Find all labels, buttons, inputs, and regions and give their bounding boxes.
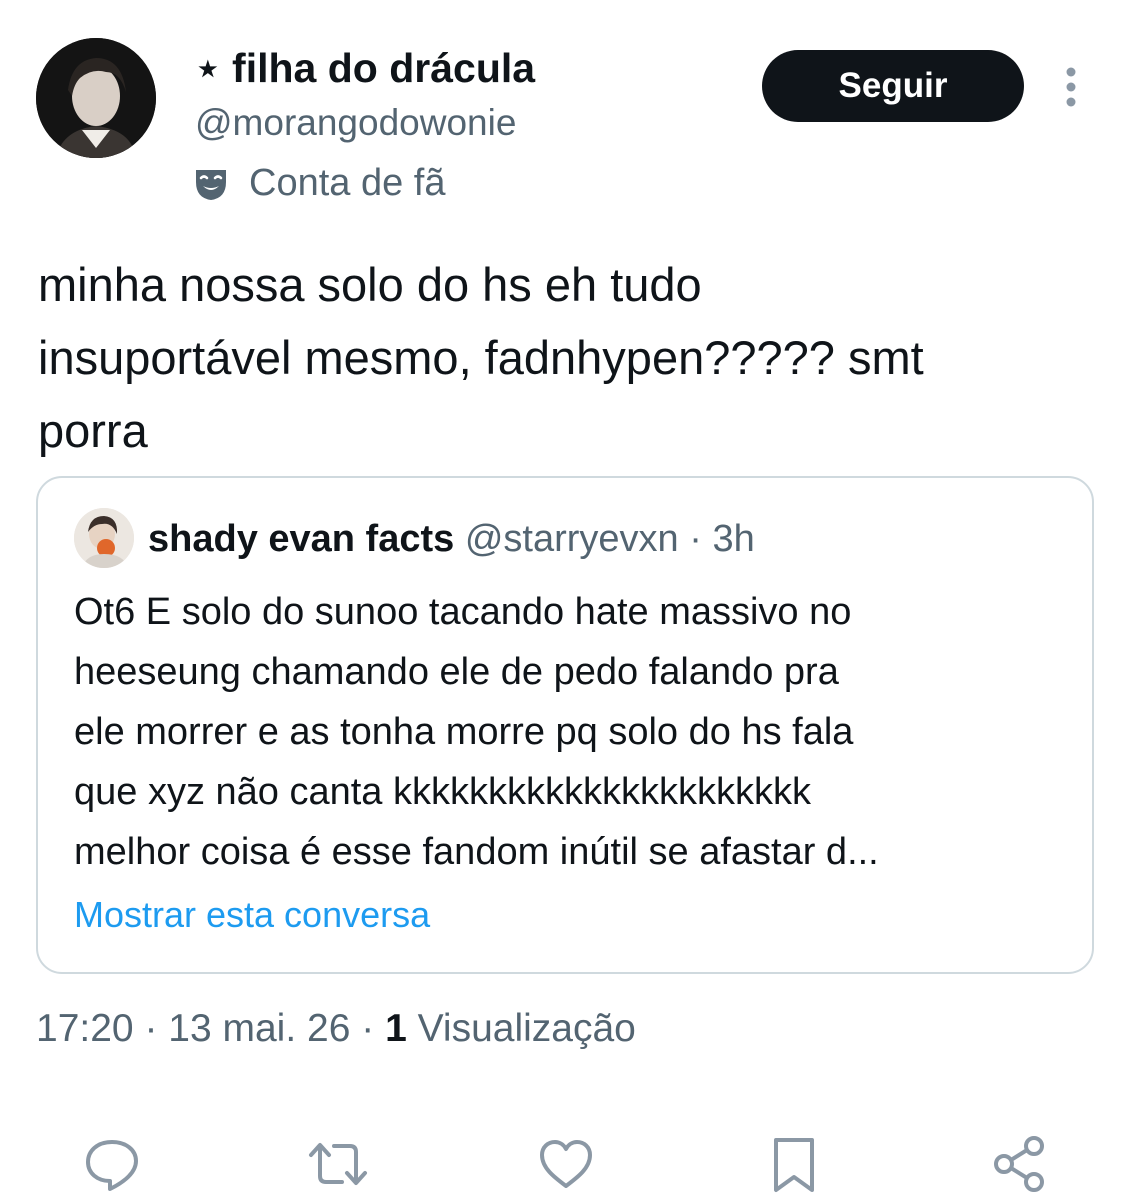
meta-separator: ·	[133, 1007, 169, 1050]
quoted-time[interactable]: 3h	[712, 518, 754, 560]
quoted-author-name[interactable]: shady evan facts	[148, 518, 454, 560]
fan-account-label: Conta de fã	[249, 162, 446, 204]
meta-separator: ·	[350, 1007, 386, 1050]
quoted-tweet-text: Ot6 E solo do sunoo tacando hate massivo…	[74, 591, 879, 873]
follow-button[interactable]: Seguir	[762, 50, 1024, 122]
bookmark-icon[interactable]	[762, 1132, 826, 1196]
tweet-meta: 17:20 · 13 mai. 26 · 1 Visualização	[36, 1004, 636, 1054]
quoted-author-handle[interactable]: @starryevxn	[465, 518, 679, 560]
quoted-header: shady evan facts @starryevxn · 3h	[148, 514, 755, 564]
quoted-separator: ·	[689, 518, 702, 560]
like-icon[interactable]	[534, 1132, 598, 1196]
quoted-author-avatar[interactable]	[74, 508, 134, 568]
author-display-name[interactable]: ⋆ filha do drácula	[195, 44, 535, 92]
tweet-time[interactable]: 17:20	[36, 1007, 134, 1050]
tweet-detail-page: ⋆ filha do drácula @morangodowonie Conta…	[0, 0, 1132, 1200]
show-thread-link[interactable]: Mostrar esta conversa	[74, 892, 430, 938]
author-handle[interactable]: @morangodowonie	[195, 101, 516, 145]
more-vertical-icon[interactable]	[1058, 66, 1084, 110]
retweet-icon[interactable]	[306, 1132, 370, 1196]
reply-icon[interactable]	[80, 1132, 144, 1196]
tweet-date[interactable]: 13 mai. 26	[168, 1007, 350, 1050]
theater-mask-icon	[192, 166, 230, 202]
author-avatar[interactable]	[36, 38, 156, 158]
share-icon[interactable]	[988, 1132, 1052, 1196]
views-count: 1	[385, 1007, 407, 1050]
views-label: Visualização	[406, 1007, 636, 1050]
quoted-tweet-card[interactable]: shady evan facts @starryevxn · 3h Ot6 E …	[36, 476, 1094, 974]
tweet-text: minha nossa solo do hs eh tudo insuportá…	[38, 258, 924, 457]
